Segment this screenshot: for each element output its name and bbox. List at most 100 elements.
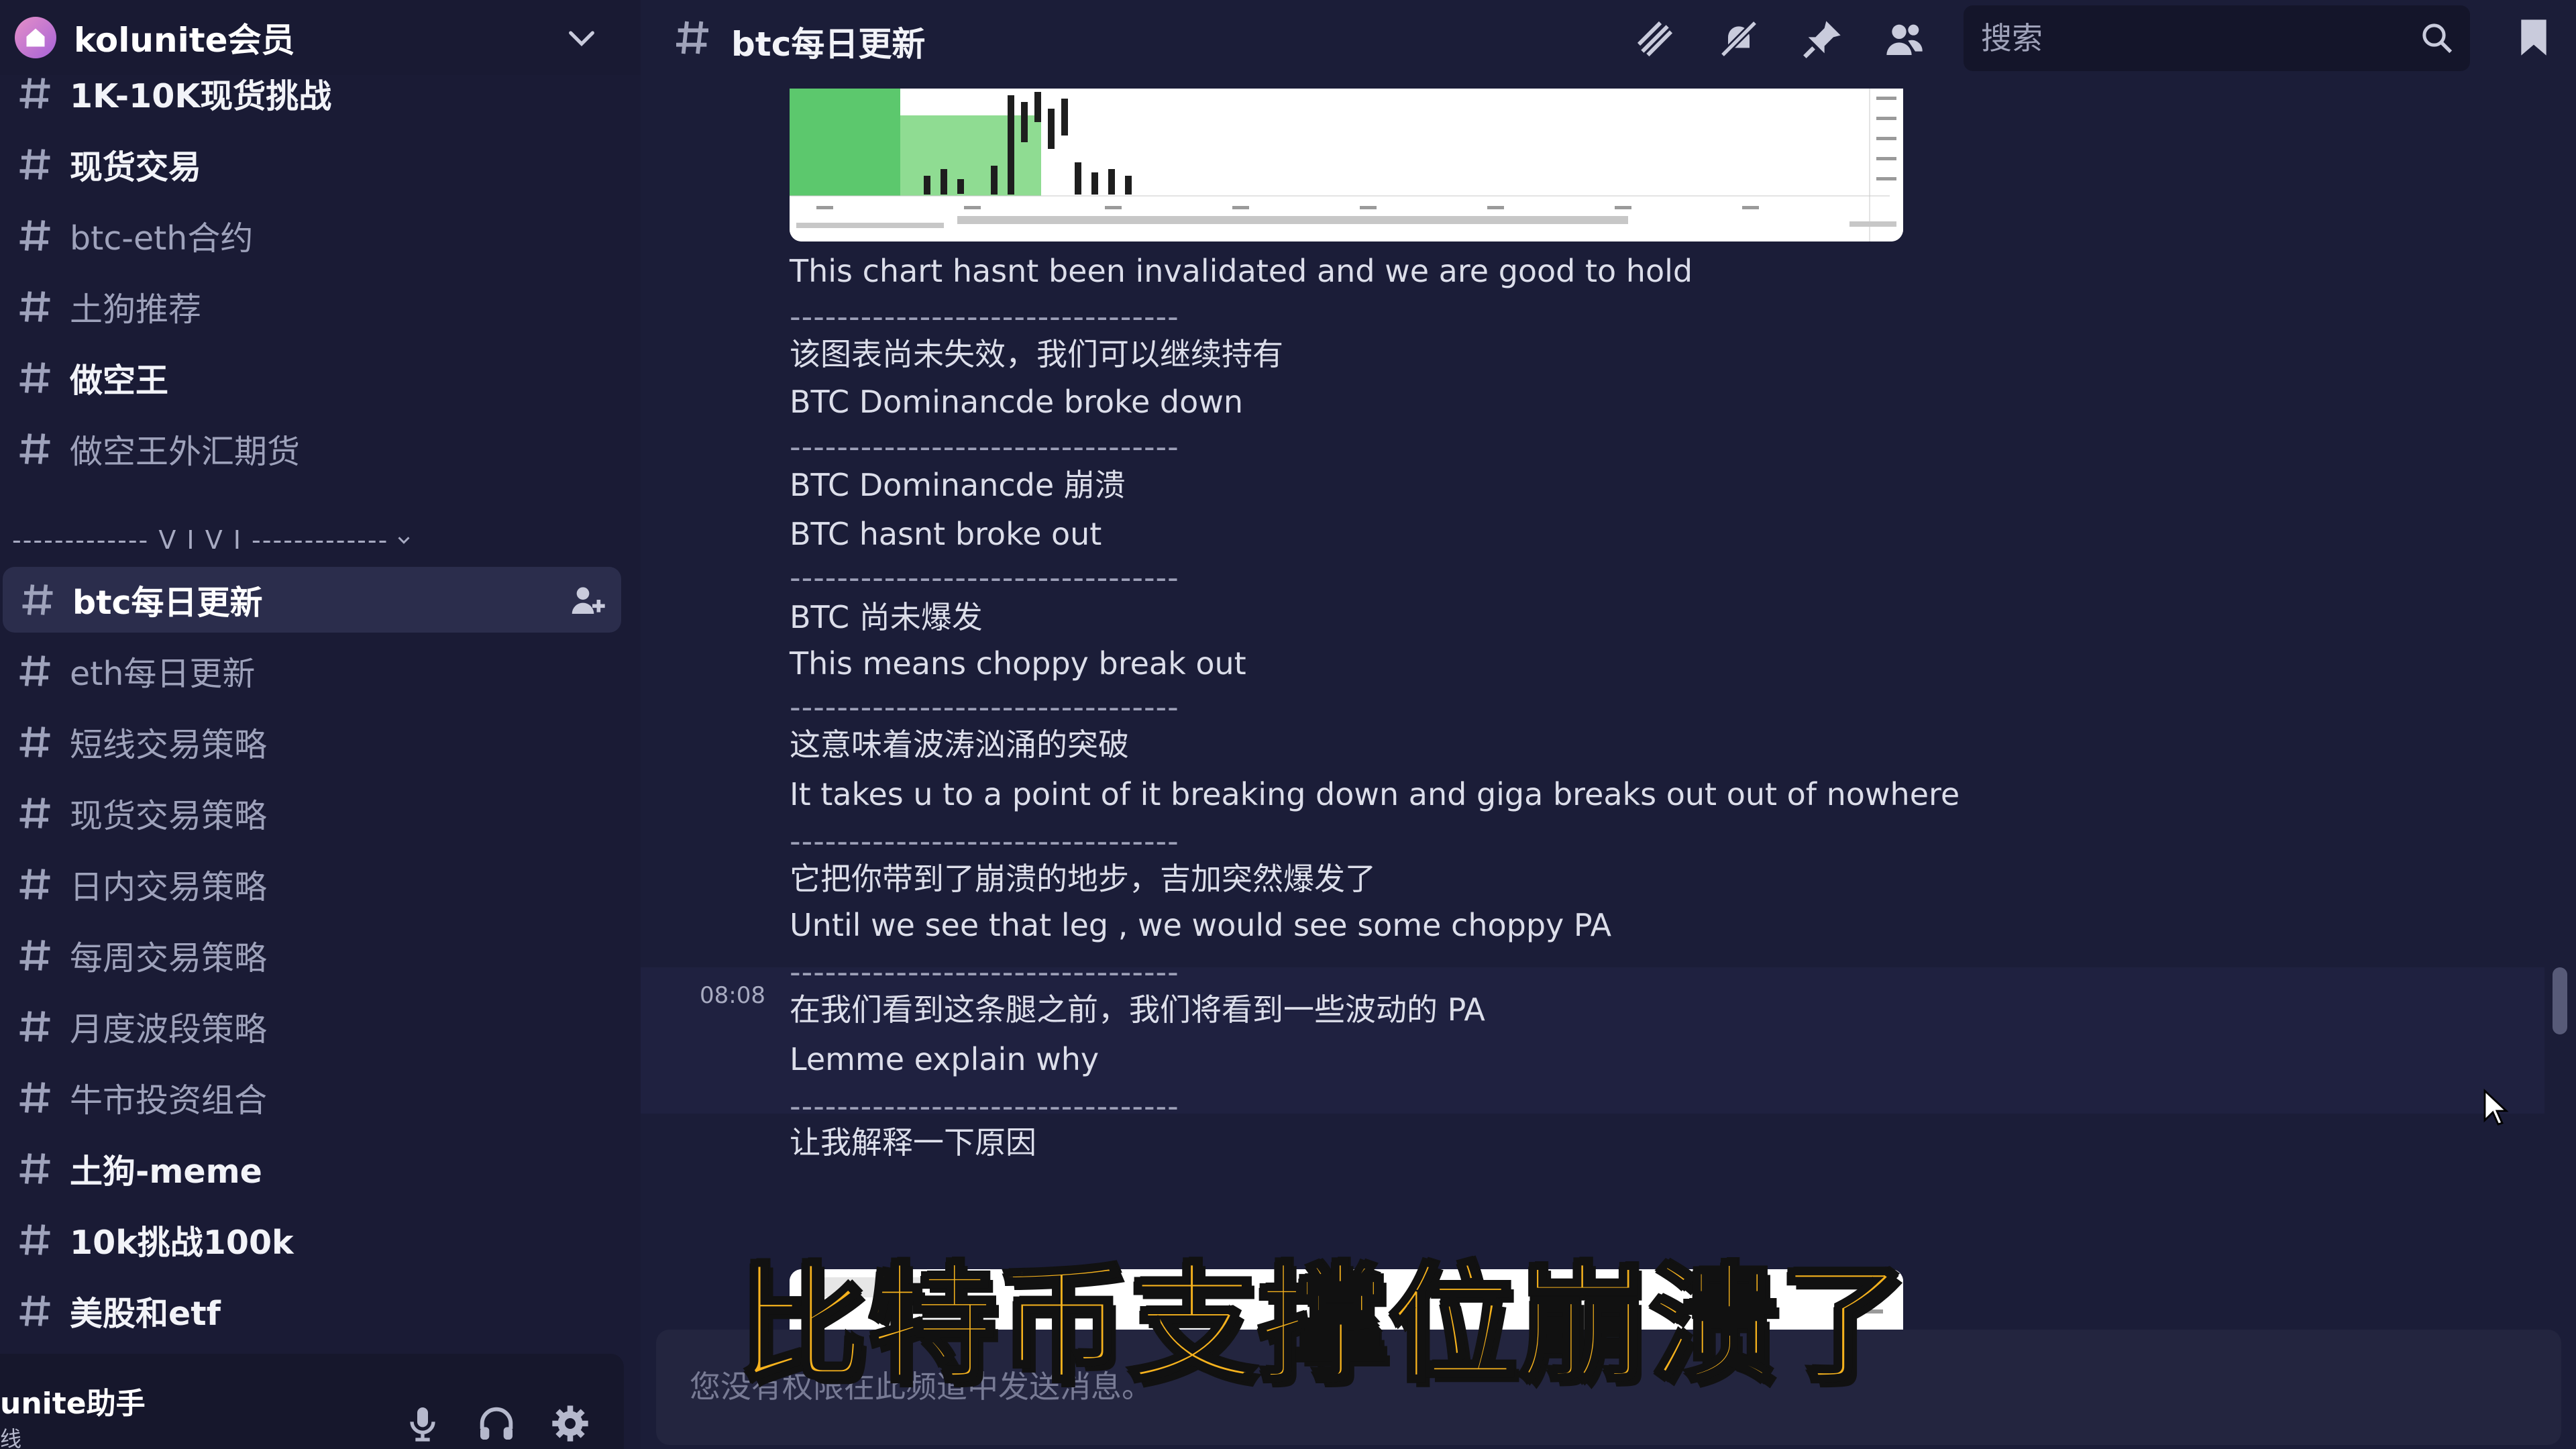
sidebar-channel-label: 做空王 <box>70 361 169 400</box>
headphones-icon[interactable] <box>475 1402 518 1445</box>
hash-icon <box>19 78 50 109</box>
sidebar-channel-label: 现货交易 <box>70 148 202 186</box>
server-logo <box>15 17 56 58</box>
message-divider: --------------------------------- <box>790 299 1179 335</box>
hash-icon <box>19 362 50 393</box>
message-text: BTC 尚未爆发 <box>790 599 983 635</box>
bookmark-icon[interactable] <box>2512 16 2555 59</box>
message-text: 在我们看到这条腿之前，我们将看到一些波动的 PA <box>790 991 1485 1028</box>
member-list-icon[interactable] <box>1883 17 1926 60</box>
scrollbar-thumb[interactable] <box>2553 967 2567 1034</box>
hash-icon <box>19 291 50 322</box>
channel-sidebar: kolunite会员 1K-10K现货挑战 现货交易 btc-eth合约 土狗推荐做空… <box>0 0 641 1449</box>
chevron-down-icon[interactable] <box>563 19 600 56</box>
message-text: This chart hasnt been invalidated and we… <box>790 253 1693 289</box>
sidebar-channel-item[interactable]: eth每日更新 <box>0 638 624 704</box>
sidebar-channel-label: 每周交易策略 <box>70 938 268 977</box>
message-text: BTC Dominancde broke down <box>790 384 1244 420</box>
message-divider: --------------------------------- <box>790 559 1179 596</box>
sidebar-channel-item[interactable]: 美股和etf <box>0 1278 624 1344</box>
message-text: 这意味着波涛汹涌的突破 <box>790 727 1129 763</box>
pin-icon[interactable] <box>1801 17 1844 60</box>
user-name[interactable]: unite助手 <box>0 1379 146 1422</box>
sidebar-channel-item[interactable]: 现货交易 <box>0 131 624 197</box>
hash-icon <box>19 655 50 686</box>
sidebar-channel-label: 月度波段策略 <box>70 1010 268 1049</box>
message-text: 该图表尚未失效，我们可以继续持有 <box>790 336 1283 372</box>
sidebar-channel-item[interactable]: 牛市投资组合 <box>0 1065 624 1130</box>
threads-icon[interactable] <box>1633 17 1676 60</box>
sidebar-channel-item[interactable]: 月度波段策略 <box>0 994 624 1059</box>
chart-thumbnail <box>790 89 1903 241</box>
server-name: kolunite会员 <box>74 21 295 60</box>
sidebar-channel-label: 现货交易策略 <box>70 796 268 835</box>
sidebar-channel-label: btc每日更新 <box>72 583 263 622</box>
message-list: 08:08 This chart hasnt been invalidated … <box>641 75 2576 1330</box>
hash-icon <box>19 940 50 971</box>
sidebar-channel-item[interactable]: 1K-10K现货挑战 <box>0 60 624 126</box>
video-caption: 比特币支撑位崩溃了 <box>736 1248 1910 1401</box>
user-status: 线 <box>0 1426 22 1449</box>
message-divider: --------------------------------- <box>790 689 1179 725</box>
mouse-cursor-icon <box>2483 1088 2509 1126</box>
sidebar-channel-label: 做空王外汇期货 <box>70 432 301 471</box>
user-panel: unite助手 线 <box>0 1354 624 1449</box>
sidebar-channel-item[interactable]: btc每日更新 <box>3 567 621 633</box>
hash-icon <box>19 1011 50 1042</box>
search-icon[interactable] <box>2419 20 2455 56</box>
hash-icon <box>19 149 50 180</box>
message-text: Lemme explain why <box>790 1041 1099 1077</box>
hash-icon <box>22 584 53 615</box>
channel-title: btc每日更新 <box>731 25 926 64</box>
message-text: 它把你带到了崩溃的地步，吉加突然爆发了 <box>790 861 1376 897</box>
sidebar-channel-label: 土狗-meme <box>70 1152 262 1191</box>
hash-icon <box>19 1224 50 1255</box>
hash-icon <box>19 727 50 757</box>
message-text: BTC Dominancde 崩溃 <box>790 467 1126 503</box>
chart-image-attachment[interactable] <box>790 89 1903 241</box>
sidebar-channel-label: 日内交易策略 <box>70 867 268 906</box>
sidebar-channel-label: btc-eth合约 <box>70 219 254 258</box>
sidebar-channel-item[interactable]: 做空王外汇期货 <box>0 416 624 482</box>
sidebar-channel-label: 10k挑战100k <box>70 1223 294 1262</box>
sidebar-channel-label: 土狗推荐 <box>70 290 202 329</box>
sidebar-channel-item[interactable]: 10k挑战100k <box>0 1207 624 1273</box>
sidebar-channel-item[interactable]: 做空王 <box>0 345 624 411</box>
sidebar-channel-item[interactable]: 短线交易策略 <box>0 709 624 775</box>
add-member-icon[interactable] <box>569 581 606 619</box>
hash-icon <box>19 1153 50 1184</box>
message-text: This means choppy break out <box>790 645 1246 682</box>
message-timestamp: 08:08 <box>700 982 765 1009</box>
message-divider: --------------------------------- <box>790 954 1179 990</box>
sidebar-channel-item[interactable]: 土狗-meme <box>0 1136 624 1201</box>
search-box[interactable] <box>1964 5 2470 71</box>
hash-icon <box>19 433 50 464</box>
sidebar-channel-item[interactable]: 土狗推荐 <box>0 274 624 339</box>
microphone-icon[interactable] <box>401 1402 444 1445</box>
sidebar-channel-label: eth每日更新 <box>70 654 256 693</box>
message-divider: --------------------------------- <box>790 823 1179 859</box>
sidebar-channel-item[interactable]: 现货交易策略 <box>0 780 624 846</box>
sidebar-channel-item[interactable]: btc-eth合约 <box>0 203 624 268</box>
hash-icon <box>19 1082 50 1113</box>
message-divider: --------------------------------- <box>790 429 1179 465</box>
sidebar-channel-label: 1K-10K现货挑战 <box>70 76 332 115</box>
hash-icon <box>676 21 708 54</box>
gear-icon[interactable] <box>549 1402 592 1445</box>
hash-icon <box>19 1295 50 1326</box>
category-label: ------------- V I V I ------------- <box>12 525 389 555</box>
sidebar-channel-item[interactable]: 每周交易策略 <box>0 922 624 988</box>
hash-icon <box>19 220 50 251</box>
hash-icon <box>19 869 50 900</box>
sidebar-channel-label: 牛市投资组合 <box>70 1081 268 1120</box>
search-input[interactable] <box>1981 19 2383 58</box>
message-text: BTC hasnt broke out <box>790 516 1102 552</box>
message-text: It takes u to a point of it breaking dow… <box>790 776 1960 812</box>
notification-muted-icon[interactable] <box>1717 17 1760 60</box>
sidebar-channel-label: 短线交易策略 <box>70 725 268 764</box>
sidebar-channel-item[interactable]: 日内交易策略 <box>0 851 624 917</box>
chevron-down-icon <box>398 537 410 544</box>
category-header-vivi[interactable]: ------------- V I V I ------------- <box>12 520 482 560</box>
channel-header: btc每日更新 <box>641 0 2576 75</box>
hash-icon <box>19 798 50 828</box>
